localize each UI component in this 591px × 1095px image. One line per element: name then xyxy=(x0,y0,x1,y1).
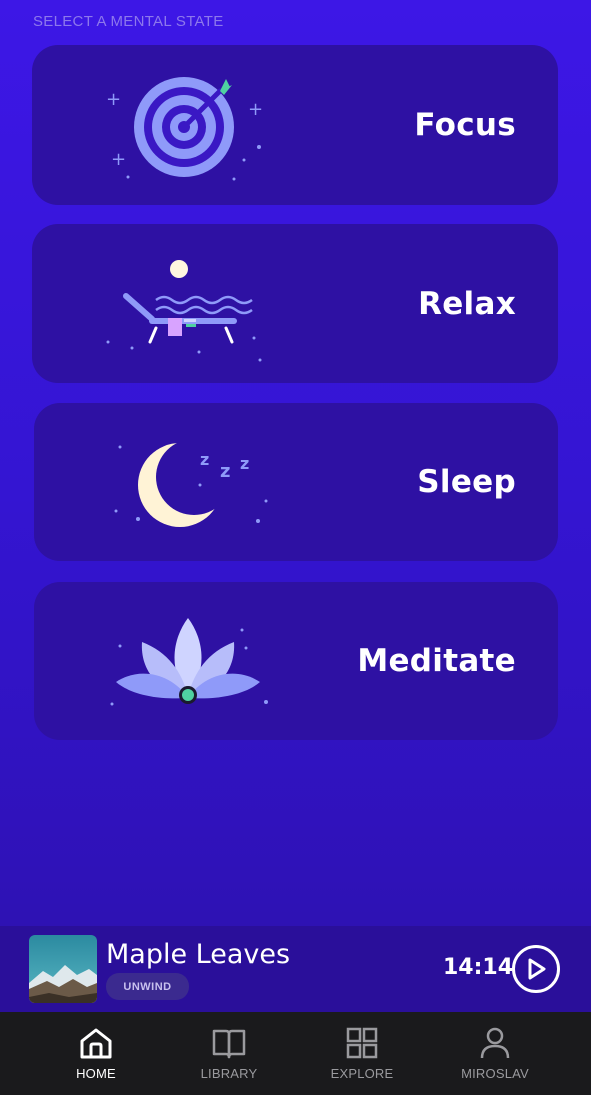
target-icon: + + + xyxy=(106,77,263,181)
svg-text:z: z xyxy=(220,461,230,482)
focus-card[interactable]: + + + Focus xyxy=(32,45,558,205)
tab-profile-label: MIROSLAV xyxy=(461,1066,529,1081)
svg-text:+: + xyxy=(106,89,121,110)
svg-text:z: z xyxy=(200,450,209,469)
track-tag-badge: UNWIND xyxy=(106,973,189,1000)
tab-home[interactable]: HOME xyxy=(36,1012,156,1095)
lounge-chair-icon xyxy=(106,260,262,362)
svg-text:z: z xyxy=(240,454,249,473)
book-icon xyxy=(212,1029,246,1059)
focus-label: Focus xyxy=(414,107,516,143)
track-time: 14:14 xyxy=(443,955,514,980)
meditate-card[interactable]: Meditate xyxy=(34,582,558,740)
meditate-label: Meditate xyxy=(357,643,516,679)
now-playing-bar[interactable]: Maple Leaves UNWIND 14:14 xyxy=(0,926,591,1012)
lotus-icon xyxy=(110,618,268,706)
play-button[interactable] xyxy=(512,945,560,993)
moon-icon: z z z xyxy=(114,443,268,527)
tab-library[interactable]: LIBRARY xyxy=(169,1012,289,1095)
sleep-label: Sleep xyxy=(417,464,516,500)
user-icon xyxy=(480,1027,510,1059)
track-thumbnail xyxy=(29,935,97,1003)
home-icon xyxy=(80,1028,112,1059)
tab-home-label: HOME xyxy=(76,1066,116,1081)
relax-card[interactable]: Relax xyxy=(32,224,558,383)
section-label: SELECT A MENTAL STATE xyxy=(33,13,224,30)
tab-explore-label: EXPLORE xyxy=(330,1066,394,1081)
grid-icon xyxy=(346,1027,378,1059)
sleep-card[interactable]: z z z Sleep xyxy=(34,403,558,561)
play-icon xyxy=(528,958,546,980)
svg-text:+: + xyxy=(248,99,263,120)
relax-label: Relax xyxy=(418,285,516,322)
tab-library-label: LIBRARY xyxy=(200,1066,258,1081)
track-title: Maple Leaves xyxy=(106,939,291,970)
bottom-tab-bar: HOME LIBRARY EXPLORE MIROSLAV xyxy=(0,1012,591,1095)
tab-explore[interactable]: EXPLORE xyxy=(302,1012,422,1095)
svg-text:+: + xyxy=(111,149,126,170)
tab-profile[interactable]: MIROSLAV xyxy=(435,1012,555,1095)
